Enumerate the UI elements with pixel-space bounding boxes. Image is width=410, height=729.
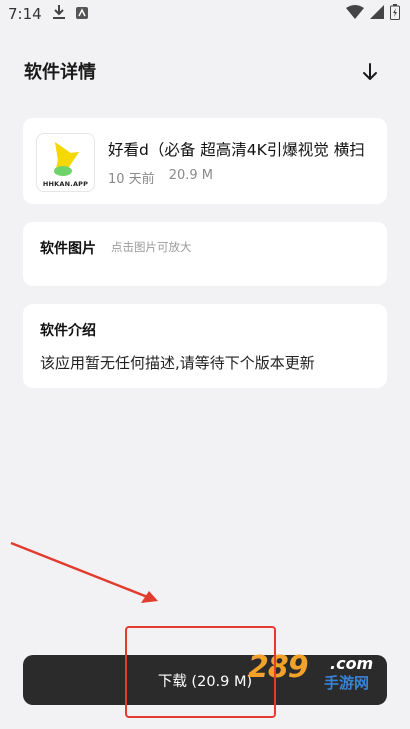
wifi-icon — [346, 5, 364, 23]
app-size: 20.9 M — [168, 168, 213, 183]
watermark-domain: .com — [330, 654, 374, 673]
app-info-card: HHKAN.APP 好看d（必备 超高清4K引爆视觉 横扫 10 天前 20.9… — [23, 118, 387, 204]
arrow-down-icon — [363, 63, 377, 80]
app-logo: HHKAN.APP — [36, 133, 95, 192]
status-bar: 7:14 — [0, 0, 410, 28]
battery-icon — [390, 4, 400, 24]
watermark-site: 手游网 — [324, 674, 370, 692]
intro-text: 该应用暂无任何描述,请等待下个版本更新 — [40, 354, 315, 372]
app-updated: 10 天前 — [108, 172, 155, 187]
header: 软件详情 — [0, 52, 410, 92]
app-meta: 10 天前 20.9 M — [108, 168, 213, 187]
page-title: 软件详情 — [24, 62, 96, 83]
download-notification-icon — [52, 4, 66, 24]
app-name: 好看d（必备 超高清4K引爆视觉 横扫 — [108, 141, 365, 159]
annotation-highlight-box — [125, 626, 276, 718]
header-download-button[interactable] — [356, 58, 384, 86]
status-time: 7:14 — [8, 5, 42, 23]
screenshots-hint: 点击图片可放大 — [111, 240, 192, 254]
screenshots-card[interactable]: 软件图片 点击图片可放大 — [23, 222, 387, 286]
screenshots-label: 软件图片 — [40, 241, 96, 257]
intro-label: 软件介绍 — [40, 323, 96, 339]
signal-icon — [370, 5, 384, 23]
intro-card: 软件介绍 该应用暂无任何描述,请等待下个版本更新 — [23, 304, 387, 388]
app-notification-icon — [75, 5, 88, 23]
app-logo-text: HHKAN.APP — [42, 180, 89, 188]
